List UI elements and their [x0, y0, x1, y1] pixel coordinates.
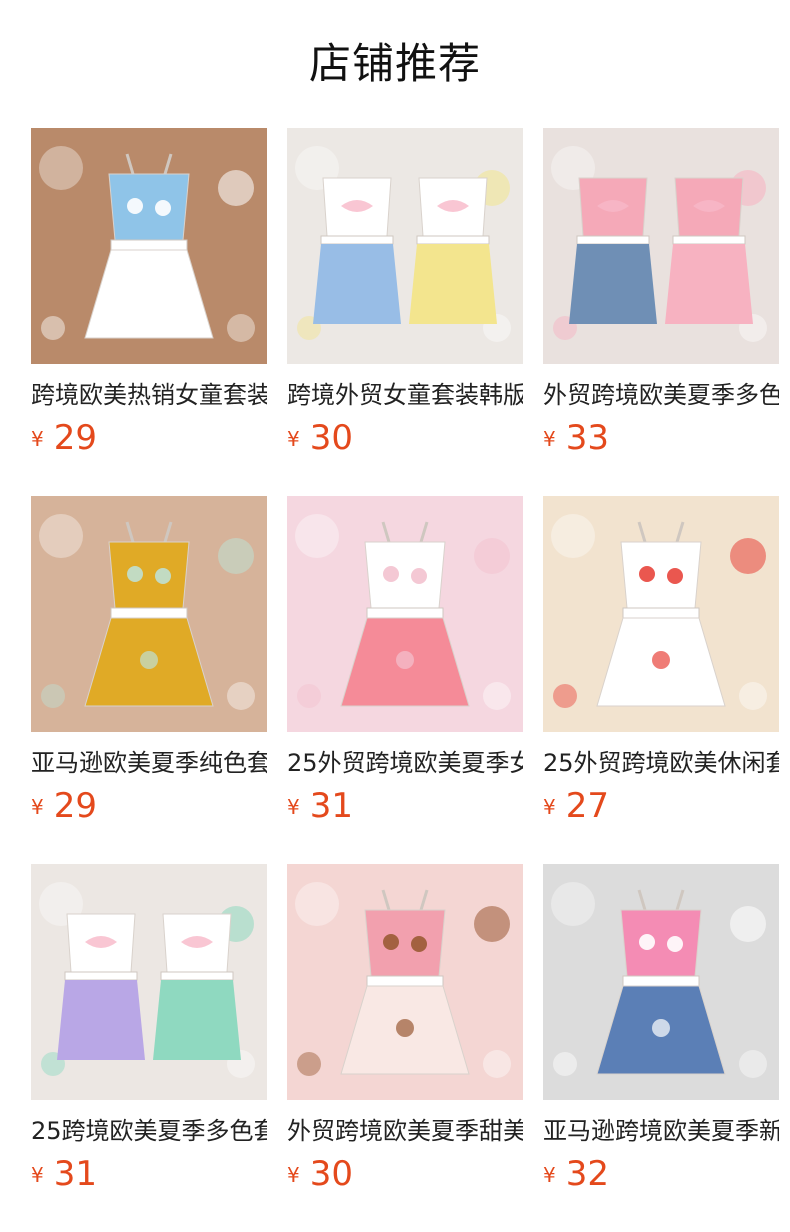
product-thumbnail[interactable]: [31, 864, 267, 1100]
product-name[interactable]: 亚马逊跨境欧美夏季新: [543, 1114, 779, 1148]
product-thumbnail[interactable]: [287, 864, 523, 1100]
product-card[interactable]: 亚马逊跨境欧美夏季新 ¥32: [543, 864, 779, 1204]
product-price: ¥31: [31, 1154, 97, 1194]
currency-symbol: ¥: [31, 1163, 44, 1187]
product-card[interactable]: 跨境外贸女童套装韩版 ¥30: [287, 128, 523, 468]
currency-symbol: ¥: [543, 427, 556, 451]
price-amount: 30: [309, 418, 353, 458]
currency-symbol: ¥: [543, 1163, 556, 1187]
price-amount: 31: [309, 786, 353, 826]
price-amount: 30: [309, 1154, 353, 1194]
price-amount: 32: [565, 1154, 609, 1194]
product-thumbnail[interactable]: [31, 496, 267, 732]
product-price: ¥33: [543, 418, 609, 458]
product-card[interactable]: 25跨境欧美夏季多色套 ¥31: [31, 864, 267, 1204]
currency-symbol: ¥: [287, 427, 300, 451]
product-card[interactable]: 25外贸跨境欧美休闲套 ¥27: [543, 496, 779, 836]
product-card[interactable]: 亚马逊欧美夏季纯色套 ¥29: [31, 496, 267, 836]
product-price: ¥30: [287, 1154, 353, 1194]
product-card[interactable]: 外贸跨境欧美夏季多色 ¥33: [543, 128, 779, 468]
product-image: [543, 864, 779, 1100]
product-image: [31, 496, 267, 732]
product-name[interactable]: 25外贸跨境欧美休闲套: [543, 746, 779, 780]
price-amount: 29: [53, 786, 97, 826]
product-card[interactable]: 25外贸跨境欧美夏季女 ¥31: [287, 496, 523, 836]
product-thumbnail[interactable]: [287, 496, 523, 732]
page-title: 店铺推荐: [308, 39, 481, 88]
currency-symbol: ¥: [31, 795, 44, 819]
product-price: ¥29: [31, 418, 97, 458]
product-image: [31, 864, 267, 1100]
product-image: [287, 496, 523, 732]
currency-symbol: ¥: [287, 1163, 300, 1187]
product-price: ¥32: [543, 1154, 609, 1194]
product-image: [543, 496, 779, 732]
product-name[interactable]: 外贸跨境欧美夏季多色: [543, 378, 779, 412]
price-amount: 27: [565, 786, 609, 826]
product-image: [287, 128, 523, 364]
product-thumbnail[interactable]: [543, 864, 779, 1100]
product-thumbnail[interactable]: [287, 128, 523, 364]
product-name[interactable]: 跨境欧美热销女童套装: [31, 378, 267, 412]
product-name[interactable]: 25外贸跨境欧美夏季女: [287, 746, 523, 780]
price-amount: 29: [53, 418, 97, 458]
product-card[interactable]: 跨境欧美热销女童套装 ¥29: [31, 128, 267, 468]
product-name[interactable]: 跨境外贸女童套装韩版: [287, 378, 523, 412]
product-image: [287, 864, 523, 1100]
product-thumbnail[interactable]: [543, 128, 779, 364]
price-amount: 31: [53, 1154, 97, 1194]
currency-symbol: ¥: [287, 795, 300, 819]
product-name[interactable]: 25跨境欧美夏季多色套: [31, 1114, 267, 1148]
currency-symbol: ¥: [543, 795, 556, 819]
product-price: ¥29: [31, 786, 97, 826]
product-price: ¥31: [287, 786, 353, 826]
product-thumbnail[interactable]: [31, 128, 267, 364]
product-name[interactable]: 亚马逊欧美夏季纯色套: [31, 746, 267, 780]
currency-symbol: ¥: [31, 427, 44, 451]
product-price: ¥27: [543, 786, 609, 826]
product-image: [543, 128, 779, 364]
product-name[interactable]: 外贸跨境欧美夏季甜美: [287, 1114, 523, 1148]
product-thumbnail[interactable]: [543, 496, 779, 732]
product-price: ¥30: [287, 418, 353, 458]
product-card[interactable]: 外贸跨境欧美夏季甜美 ¥30: [287, 864, 523, 1204]
product-image: [31, 128, 267, 364]
price-amount: 33: [565, 418, 609, 458]
